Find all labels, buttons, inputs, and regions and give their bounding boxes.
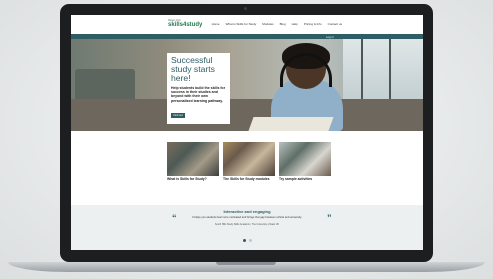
nav-item-blog[interactable]: Blog	[280, 22, 286, 26]
hero-banner: Successful study starts here! Help stude…	[71, 39, 423, 131]
logo-main-text: skills4study	[168, 22, 203, 28]
nav-item-what-is[interactable]: What is Skills for Study	[226, 22, 257, 26]
card-label: What is Skills for Study?	[167, 177, 207, 181]
open-quote-icon: “	[172, 213, 177, 223]
nav-item-pricing[interactable]: Pricing & Info	[304, 22, 322, 26]
nav-item-modules[interactable]: Modules	[262, 22, 273, 26]
carousel-dot-2[interactable]	[249, 239, 252, 242]
card-label: Try sample activities	[279, 177, 313, 181]
hero-title: Successful study starts here!	[171, 55, 215, 83]
hero-photo-table	[71, 99, 423, 131]
testimonial-quote: It helps you students feel more motivate…	[191, 216, 303, 219]
card-image	[279, 142, 331, 176]
close-quote-icon: ”	[327, 213, 332, 223]
hero-photo-book	[248, 117, 334, 131]
card-label: The Skills for Study modules	[223, 177, 270, 181]
webcam-icon	[244, 7, 247, 10]
laptop-screen: Open Uni skills4study Home What is Skill…	[71, 15, 423, 250]
carousel-dots	[243, 239, 252, 242]
card-sample-activities[interactable]: Try sample activities	[279, 142, 331, 181]
card-image	[167, 142, 219, 176]
nav-item-home[interactable]: Home	[212, 22, 220, 26]
card-modules[interactable]: The Skills for Study modules	[223, 142, 275, 181]
login-link[interactable]: Log in	[326, 35, 334, 39]
card-what-is[interactable]: What is Skills for Study?	[167, 142, 219, 181]
hero-card: Successful study starts here! Help stude…	[167, 53, 230, 124]
testimonial-section: Interactive and engaging “ It helps you …	[71, 205, 423, 250]
site-header: Open Uni skills4study Home What is Skill…	[71, 15, 423, 34]
testimonial-cite: South Hills Study Skills Academic, The U…	[214, 223, 280, 226]
hero-button[interactable]: Find out	[171, 113, 185, 118]
nav-item-contact[interactable]: Contact us	[328, 22, 342, 26]
laptop-hinge-notch	[216, 262, 276, 265]
carousel-dot-1[interactable]	[243, 239, 246, 242]
card-image	[223, 142, 275, 176]
nav-item-help[interactable]: Help	[292, 22, 298, 26]
main-nav: Home What is Skills for Study Modules Bl…	[212, 22, 342, 26]
site-logo[interactable]: Open Uni skills4study	[168, 19, 202, 29]
hero-text: Help students build the skills for succe…	[171, 86, 226, 103]
testimonial-title: Interactive and engaging	[223, 209, 271, 214]
